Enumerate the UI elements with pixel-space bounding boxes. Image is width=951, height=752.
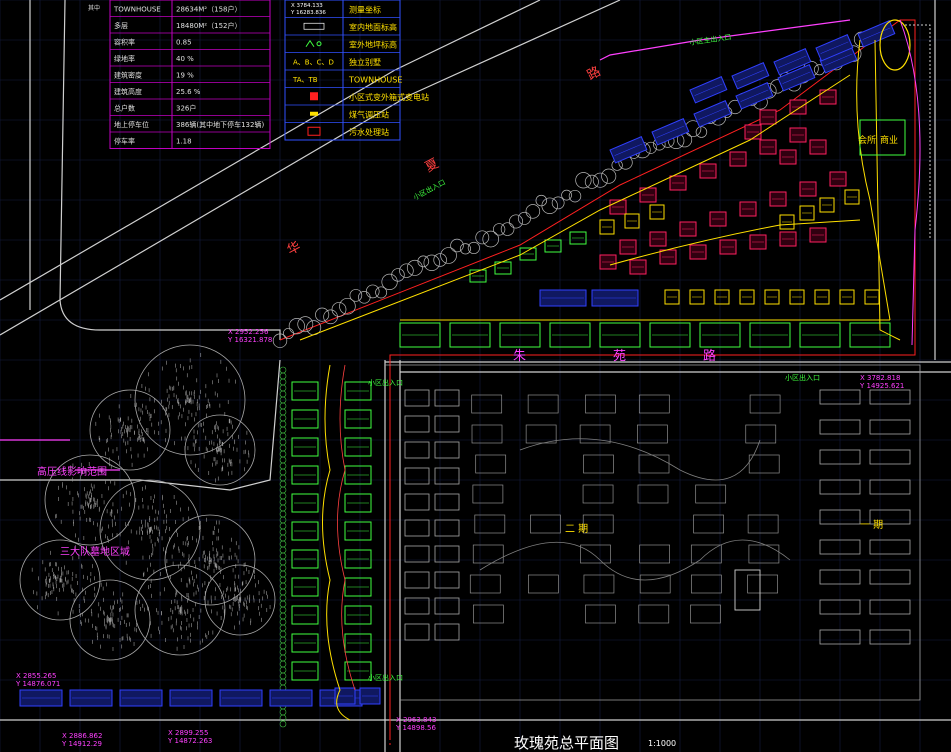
coord-left-top-y: Y 16321.878	[227, 336, 272, 344]
legend-symbol: TA、TB	[292, 76, 318, 84]
phase-two-label: 二 期	[565, 523, 588, 535]
building	[269, 689, 313, 707]
coord-mid-y: Y 14898.56	[395, 724, 436, 732]
legend-symbol	[310, 92, 318, 101]
building	[679, 221, 697, 237]
building	[769, 191, 787, 207]
coord-left-bottom-x: X 2855.265	[16, 672, 56, 680]
stats-label: 容积率	[114, 38, 135, 47]
svg-text:TA、TB: TA、TB	[292, 76, 318, 84]
legend-label: 煤气调压站	[349, 110, 389, 120]
building	[699, 163, 717, 179]
stats-label: 地上停车位	[114, 120, 149, 129]
building	[809, 227, 827, 243]
coord-left-bottom-y: Y 14876.071	[15, 680, 60, 688]
building	[729, 151, 747, 167]
coord-mid-x: X 2963.843	[396, 716, 436, 724]
high-voltage-label: 高压线影响范围	[37, 465, 107, 478]
building	[739, 201, 757, 217]
building	[359, 687, 381, 705]
site-plan-drawing: TOWNHOUSE 28634M²（158户） 多层 18480M²（152户） 容积率…	[0, 0, 951, 752]
coord-bottom2-y: Y 14912.29	[61, 740, 102, 748]
cemetery-label: 三大队墓地区域	[60, 545, 130, 558]
building	[19, 689, 63, 707]
building	[799, 181, 817, 197]
building	[591, 289, 639, 307]
building	[619, 239, 637, 255]
stats-value: 28634M²（158户）	[176, 5, 241, 14]
building	[119, 689, 163, 707]
stats-value: 1.18	[176, 138, 192, 146]
building	[599, 254, 617, 270]
building	[669, 175, 687, 191]
building	[719, 239, 737, 255]
building	[689, 244, 707, 260]
svg-text:A、B、C、D: A、B、C、D	[293, 58, 334, 66]
building	[219, 689, 263, 707]
building	[829, 171, 847, 187]
coord-bottom1-y: Y 14872.263	[167, 737, 212, 745]
coord-bottom2-x: X 2886.862	[62, 732, 102, 740]
legend-symbol	[310, 111, 318, 116]
phase-one-label: 一 期	[860, 519, 883, 531]
building	[169, 689, 213, 707]
road-label-yuan: 苑	[613, 349, 626, 364]
stats-label: 建筑密度	[114, 71, 142, 80]
building	[759, 109, 777, 125]
building	[819, 89, 837, 105]
building	[629, 259, 647, 275]
stats-label: 总户数	[114, 104, 135, 113]
legend-label: 小区式变外箱式变电站	[349, 92, 429, 102]
coord-right-x: X 3782.818	[860, 374, 900, 382]
stats-label: 绿地率	[114, 54, 135, 63]
stats-value: 40 %	[176, 55, 194, 63]
building	[779, 149, 797, 165]
legend-symbol: X 3784.133Y 16283.836	[290, 3, 326, 16]
facility-a-label: 会所	[858, 134, 876, 146]
building	[659, 249, 677, 265]
stats-value: 18480M²（152户）	[176, 21, 241, 30]
building	[789, 127, 807, 143]
stats-value: 25.6 %	[176, 88, 201, 96]
entrance-left-label: 小区出入口	[368, 378, 403, 387]
legend-label: 测量坐标	[349, 5, 381, 15]
stats-label: TOWNHOUSE	[113, 6, 161, 14]
legend-label: 室外地坪标高	[349, 40, 397, 50]
stats-row-label: 其中	[88, 4, 100, 12]
coord-right-y: Y 14925.621	[859, 382, 904, 390]
svg-text:Y 16283.836: Y 16283.836	[290, 10, 326, 16]
building	[779, 231, 797, 247]
stats-value: 386辆(其中地下停车132辆)	[176, 120, 264, 129]
coord-bottom1-x: X 2899.255	[168, 729, 208, 737]
stats-label: 建筑高度	[114, 87, 142, 96]
facility-b-label: 商业	[880, 134, 898, 146]
legend-label: 污水处理站	[349, 127, 389, 137]
building	[69, 689, 113, 707]
road-label-zhu: 朱	[513, 349, 526, 364]
drawing-scale: 1:1000	[648, 739, 676, 748]
entrance-bottom-label: 小区出入口	[368, 673, 403, 682]
stats-value: 19 %	[176, 72, 194, 80]
legend-label: 室内地面标高	[349, 22, 397, 32]
building	[649, 231, 667, 247]
building	[809, 139, 827, 155]
stats-label: 多层	[114, 21, 128, 30]
stats-value: 0.85	[176, 39, 192, 47]
building	[759, 139, 777, 155]
svg-text:X 3784.133: X 3784.133	[291, 3, 323, 9]
coord-left-top-x: X 2952.256	[228, 328, 269, 336]
stats-label: 停车率	[114, 137, 135, 146]
entrance-right-label: 小区出入口	[785, 373, 820, 382]
legend-label: TOWNHOUSE	[348, 76, 402, 85]
legend-label: 独立别墅	[349, 57, 381, 67]
road-label-lu2: 路	[703, 348, 716, 364]
stats-value: 326户	[176, 104, 196, 113]
building	[539, 289, 587, 307]
legend-symbol: A、B、C、D	[293, 58, 334, 66]
building	[744, 124, 762, 140]
building	[749, 234, 767, 250]
building	[709, 211, 727, 227]
drawing-title: 玫瑰苑总平面图	[514, 734, 619, 752]
